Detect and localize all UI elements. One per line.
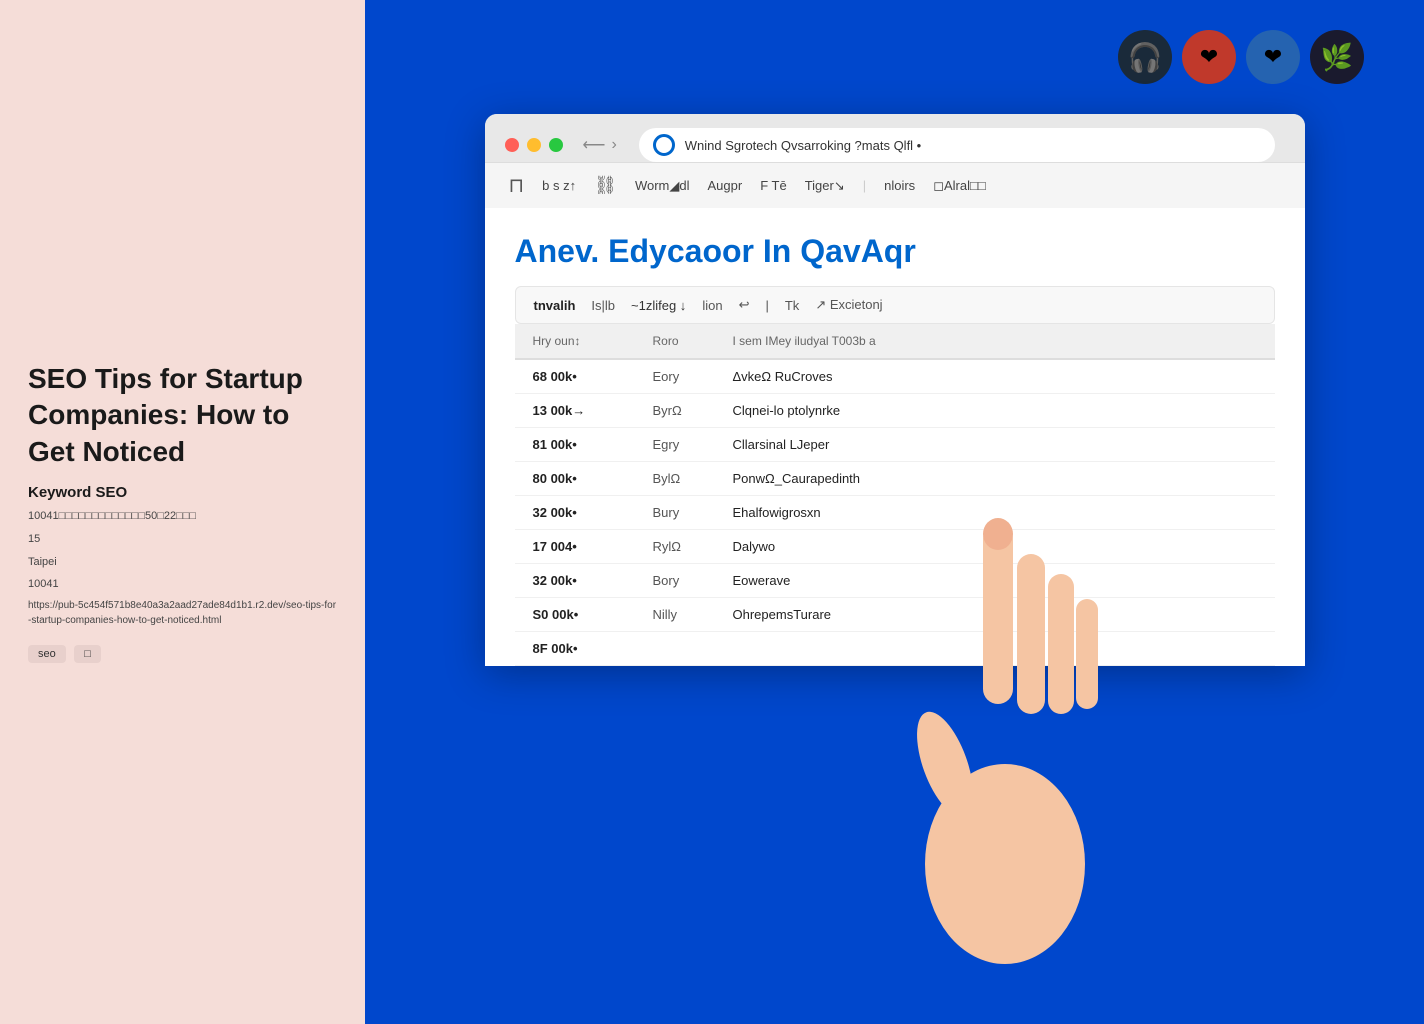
traffic-light-red[interactable]	[505, 138, 519, 152]
row8-name: Nilly	[653, 607, 733, 622]
row2-keyword: Clqnei-lo ptolynrke	[733, 403, 1217, 418]
col-header-volume: Hry oun↕	[533, 334, 653, 348]
meta-line4: 10041	[28, 575, 337, 594]
toolbar-item-1[interactable]: b s z↑	[542, 178, 576, 193]
article-title: SEO Tips for Startup Companies: How to G…	[28, 361, 337, 470]
row9-volume: 8F 00k•	[533, 641, 653, 656]
table-row[interactable]: 68 00k• Eory ΔvkeΩ RuCroves	[515, 360, 1275, 394]
toolbar-home-icon[interactable]: ⊓	[509, 173, 525, 198]
col-header-name: Roro	[653, 334, 733, 348]
table-header: Hry oun↕ Roro I sem IMey iludyal T003b a	[515, 324, 1275, 360]
leaf-icon: 🌿	[1321, 42, 1353, 73]
row5-keyword: Ehalfowigrosxn	[733, 505, 1217, 520]
forward-icon[interactable]: ›	[611, 136, 616, 154]
meta-line2: 15	[28, 530, 337, 549]
meta-line3: Taipei	[28, 553, 337, 572]
address-text: Wnind Sgrotech Qvsarroking ?mats Qlfl •	[685, 138, 1261, 153]
table-row[interactable]: 81 00k• Egry Cllarsinal LJeper	[515, 428, 1275, 462]
top-icon-3[interactable]: ❤	[1246, 30, 1300, 84]
toolbar-augpr[interactable]: Augpr	[707, 178, 742, 193]
table-row[interactable]: S0 00k• Nilly OhrepemsTurare	[515, 598, 1275, 632]
table-body: 68 00k• Eory ΔvkeΩ RuCroves 13 00k→ ByrΩ…	[515, 360, 1275, 666]
subtoolbar-sep: |	[765, 298, 768, 313]
heart-blue-icon: ❤	[1264, 44, 1282, 70]
subtoolbar-excietonj[interactable]: ↗ Excietonj	[815, 297, 882, 313]
toolbar-share-icon[interactable]: ⛓	[594, 175, 617, 196]
toolbar-sep1: |	[863, 178, 866, 193]
col-header-keyword: I sem IMey iludyal T003b a	[733, 334, 1057, 348]
row1-volume: 68 00k•	[533, 369, 653, 384]
traffic-light-green[interactable]	[549, 138, 563, 152]
tag-seo: seo	[28, 645, 66, 663]
table-row[interactable]: 8F 00k•	[515, 632, 1275, 666]
browser-toolbar: ⊓ b s z↑ ⛓ Worm◢dl Augpr F Tē Tiger↘ | n…	[485, 162, 1305, 208]
toolbar-nloirs[interactable]: nloirs	[884, 178, 915, 193]
subtoolbar-arrow[interactable]: ↩	[739, 297, 750, 313]
table-row[interactable]: 80 00k• BylΩ PonwΩ_Caurapedinth	[515, 462, 1275, 496]
toolbar-tiger[interactable]: Tiger↘	[805, 178, 845, 194]
address-bar[interactable]: Wnind Sgrotech Qvsarroking ?mats Qlfl •	[639, 128, 1275, 162]
row6-name: RylΩ	[653, 539, 733, 554]
row2-volume: 13 00k→	[533, 403, 653, 418]
table-row[interactable]: 32 00k• Bury Ehalfowigrosxn	[515, 496, 1275, 530]
traffic-lights	[505, 138, 563, 152]
row7-keyword: Eowerave	[733, 573, 1217, 588]
keyword-label: Keyword SEO	[28, 484, 337, 501]
nav-controls: ⟵ ›	[583, 135, 617, 155]
row8-volume: S0 00k•	[533, 607, 653, 622]
tag-extra: □	[74, 645, 101, 663]
article-url: https://pub-5c454f571b8e40a3a2aad27ade84…	[28, 598, 337, 628]
row5-volume: 32 00k•	[533, 505, 653, 520]
headphone-icon: 🎧	[1128, 41, 1163, 74]
toolbar-worm[interactable]: Worm◢dl	[635, 178, 690, 194]
table-row[interactable]: 13 00k→ ByrΩ Clqnei-lo ptolynrke	[515, 394, 1275, 428]
row3-volume: 81 00k•	[533, 437, 653, 452]
heart-red-icon: ❤	[1200, 44, 1218, 70]
toolbar-te[interactable]: F Tē	[760, 178, 787, 193]
row5-name: Bury	[653, 505, 733, 520]
top-icon-4[interactable]: 🌿	[1310, 30, 1364, 84]
left-panel: SEO Tips for Startup Companies: How to G…	[0, 0, 365, 1024]
row4-volume: 80 00k•	[533, 471, 653, 486]
subtoolbar-lion[interactable]: lion	[702, 298, 722, 313]
browser-content: Anev. Edycaoor In QavAqr tnvalih Is|lb ~…	[485, 208, 1305, 666]
row6-keyword: Dalywo	[733, 539, 1217, 554]
address-circle-icon	[653, 134, 675, 156]
sub-toolbar: tnvalih Is|lb ~1zlifeg ↓ lion ↩ | Tk ↗ E…	[515, 286, 1275, 324]
row4-name: BylΩ	[653, 471, 733, 486]
row2-name: ByrΩ	[653, 403, 733, 418]
subtoolbar-tk[interactable]: Tk	[785, 298, 799, 313]
top-icon-1[interactable]: 🎧	[1118, 30, 1172, 84]
top-icon-2[interactable]: ❤	[1182, 30, 1236, 84]
browser-chrome: ⟵ › Wnind Sgrotech Qvsarroking ?mats Qlf…	[485, 114, 1305, 162]
row7-volume: 32 00k•	[533, 573, 653, 588]
page-title-text: Anev. Edycaoor In QavAqr	[515, 233, 916, 269]
top-icons-row: 🎧 ❤ ❤ 🌿	[365, 0, 1424, 104]
back-icon[interactable]: ⟵	[583, 135, 606, 155]
dropdown-label: ~1zlifeg ↓	[631, 298, 686, 313]
row8-keyword: OhrepemsTurare	[733, 607, 1217, 622]
right-panel: 🎧 ❤ ❤ 🌿 ⟵ › Wnind Sgrotech Q	[365, 0, 1424, 1024]
browser-window: ⟵ › Wnind Sgrotech Qvsarroking ?mats Qlf…	[485, 114, 1305, 666]
row4-keyword: PonwΩ_Caurapedinth	[733, 471, 1217, 486]
subtoolbar-islb[interactable]: Is|lb	[591, 298, 615, 313]
table-row[interactable]: 32 00k• Bory Eowerave	[515, 564, 1275, 598]
row7-name: Bory	[653, 573, 733, 588]
row1-keyword: ΔvkeΩ RuCroves	[733, 369, 1217, 384]
meta-line1: 10041□□□□□□□□□□□□□50□22□□□	[28, 507, 337, 526]
subtoolbar-tnvalih[interactable]: tnvalih	[534, 298, 576, 313]
traffic-light-yellow[interactable]	[527, 138, 541, 152]
toolbar-aural[interactable]: ◻Alral□□	[933, 178, 986, 194]
tag-container: seo □	[28, 644, 337, 663]
row6-volume: 17 004•	[533, 539, 653, 554]
row3-name: Egry	[653, 437, 733, 452]
row1-name: Eory	[653, 369, 733, 384]
subtoolbar-dropdown[interactable]: ~1zlifeg ↓	[631, 298, 686, 313]
page-heading: Anev. Edycaoor In QavAqr	[515, 232, 1275, 270]
table-row[interactable]: 17 004• RylΩ Dalywo	[515, 530, 1275, 564]
row3-keyword: Cllarsinal LJeper	[733, 437, 1217, 452]
